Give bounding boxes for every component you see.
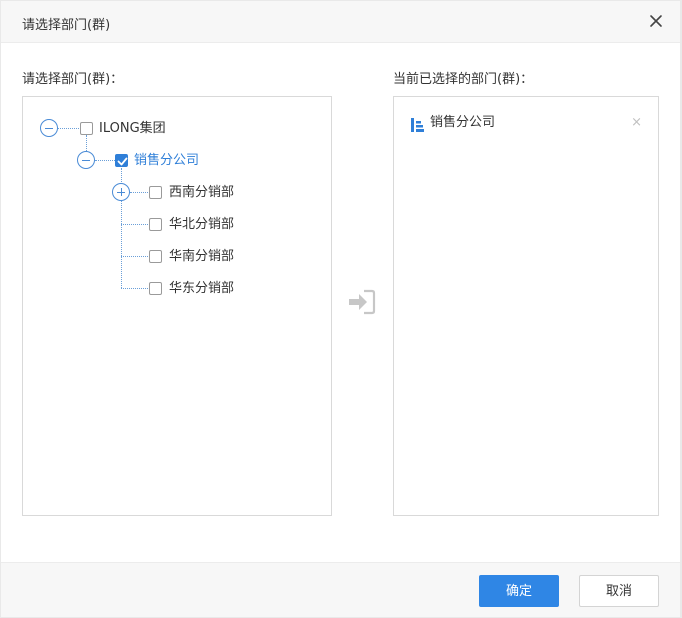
selected-item-label: 销售分公司 [430,115,496,130]
tree-node-label-leaf[interactable]: 华北分销部 [169,217,234,233]
confirm-button[interactable]: 确定 [479,575,559,607]
checkbox-child[interactable] [115,154,128,167]
checkbox-leaf[interactable] [149,186,162,199]
remove-icon[interactable]: × [631,115,642,131]
checkbox-root[interactable] [80,122,93,135]
selected-departments-panel: 销售分公司 × [393,96,659,516]
close-icon[interactable] [648,13,664,29]
tree-node-label-leaf[interactable]: 西南分销部 [169,185,234,201]
checkbox-leaf[interactable] [149,218,162,231]
tree-node-label-child[interactable]: 销售分公司 [134,153,199,169]
right-panel-label: 当前已选择的部门(群)： [393,72,534,87]
selected-item: 销售分公司 × [410,115,642,133]
tree-connector [121,256,148,257]
tree-connector [121,288,148,289]
tree-connector [130,192,148,193]
tree-node-label-root[interactable]: ILONG集团 [99,121,166,137]
cancel-button[interactable]: 取消 [579,575,659,607]
department-tree-panel: ILONG集团 销售分公司 西南分销部 华北分销部 华南分销部 华东分销部 [22,96,332,516]
left-panel-label: 请选择部门(群)： [22,72,124,87]
tree-node-label-leaf[interactable]: 华东分销部 [169,281,234,297]
arrow-into-icon [347,289,377,319]
expand-toggle-leaf[interactable] [112,183,130,201]
checkbox-leaf[interactable] [149,250,162,263]
dialog-header: 请选择部门(群) [1,1,680,43]
department-picker-dialog: 请选择部门(群) 请选择部门(群)： 当前已选择的部门(群)： ILONG集团 [1,1,680,617]
tree-node-label-leaf[interactable]: 华南分销部 [169,249,234,265]
checkbox-leaf[interactable] [149,282,162,295]
dialog-footer: 确定 取消 [1,562,680,617]
tree-connector [121,224,148,225]
collapse-toggle-child[interactable] [77,151,95,169]
tree-connector [95,160,115,161]
org-structure-icon [410,117,424,136]
collapse-toggle-root[interactable] [40,119,58,137]
dialog-title: 请选择部门(群) [22,18,111,33]
